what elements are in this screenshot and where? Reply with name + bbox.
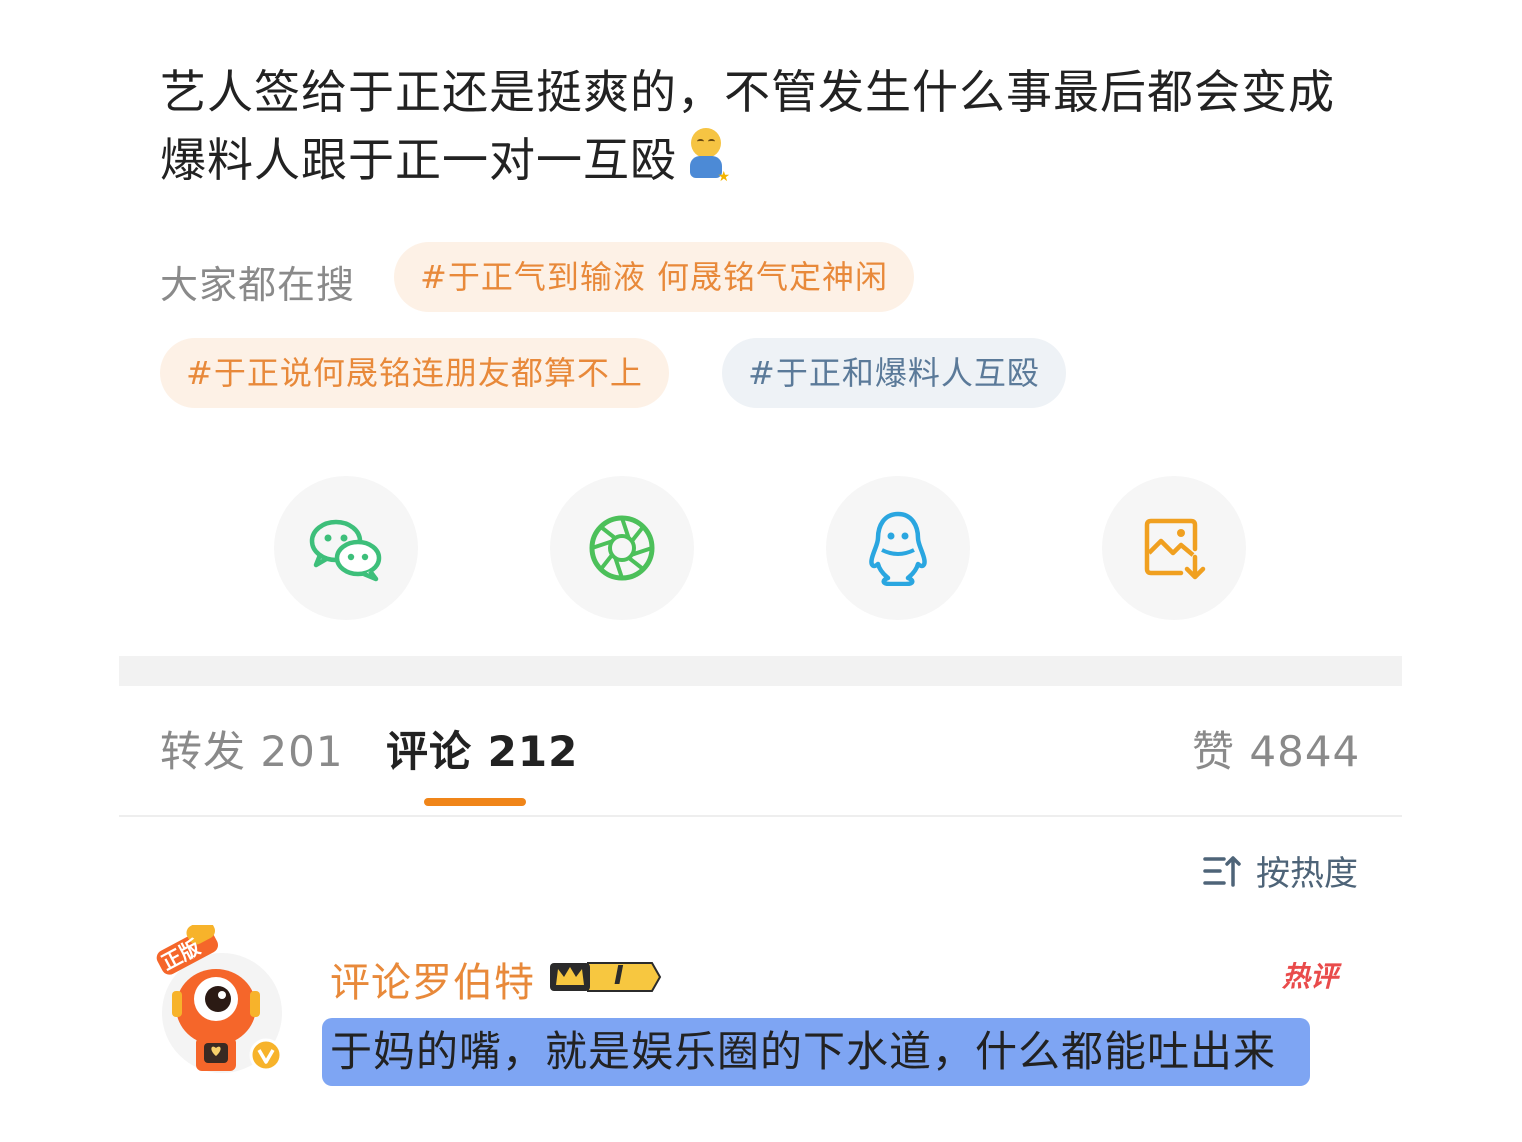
member-level-badge: I <box>548 957 664 997</box>
avatar[interactable]: 正版 <box>152 919 292 1080</box>
tab-likes[interactable]: 赞 4844 <box>1192 722 1360 782</box>
active-tab-indicator <box>424 798 526 806</box>
moments-icon <box>589 515 655 581</box>
hot-search-tag-3[interactable]: #于正和爆料人互殴 <box>722 338 1066 408</box>
sort-by-hot-button[interactable]: 按热度 <box>1202 846 1358 895</box>
tab-repost-label: 转发 <box>160 727 247 776</box>
tab-repost[interactable]: 转发 201 <box>160 722 344 782</box>
kneeling-emoji-icon: ★ <box>687 128 731 184</box>
wechat-icon <box>309 519 382 582</box>
tab-likes-label: 赞 <box>1192 727 1236 776</box>
tabs-divider <box>119 815 1402 817</box>
sort-label: 按热度 <box>1256 854 1358 894</box>
section-divider <box>119 656 1402 686</box>
tab-comments-label: 评论 <box>386 727 473 776</box>
hot-search-tag-1[interactable]: #于正气到输液 何晟铭气定神闲 <box>394 242 914 312</box>
hot-search-label: 大家都在搜 <box>160 263 356 307</box>
tab-comments-count: 212 <box>487 727 579 776</box>
post-text-line-1: 艺人签给于正还是挺爽的，不管发生什么事最后都会变成 <box>160 65 1335 119</box>
post-text: 艺人签给于正还是挺爽的，不管发生什么事最后都会变成 爆料人跟于正一对一互殴 ★ <box>160 58 1380 194</box>
save-image-icon <box>1144 518 1206 580</box>
hot-comment-badge: 热评 <box>1282 960 1339 993</box>
member-level-text: I <box>614 961 624 991</box>
sort-icon <box>1203 855 1241 887</box>
post-text-line-2: 爆料人跟于正一对一互殴 ★ <box>160 126 1380 194</box>
tab-comments[interactable]: 评论 212 <box>386 722 578 782</box>
share-moments-button[interactable] <box>550 476 694 620</box>
qq-icon <box>869 511 927 586</box>
post-text-line-2-text: 爆料人跟于正一对一互殴 <box>160 133 677 187</box>
tab-repost-count: 201 <box>260 727 344 776</box>
save-image-button[interactable] <box>1102 476 1246 620</box>
tab-likes-count: 4844 <box>1249 727 1361 776</box>
share-qq-button[interactable] <box>826 476 970 620</box>
comment-text: 于妈的嘴，就是娱乐圈的下水道，什么都能吐出来 <box>322 1018 1310 1086</box>
share-row <box>0 476 1522 620</box>
comment-username[interactable]: 评论罗伯特 <box>330 950 535 1008</box>
share-wechat-button[interactable] <box>274 476 418 620</box>
hot-search-tag-2[interactable]: #于正说何晟铭连朋友都算不上 <box>160 338 669 408</box>
